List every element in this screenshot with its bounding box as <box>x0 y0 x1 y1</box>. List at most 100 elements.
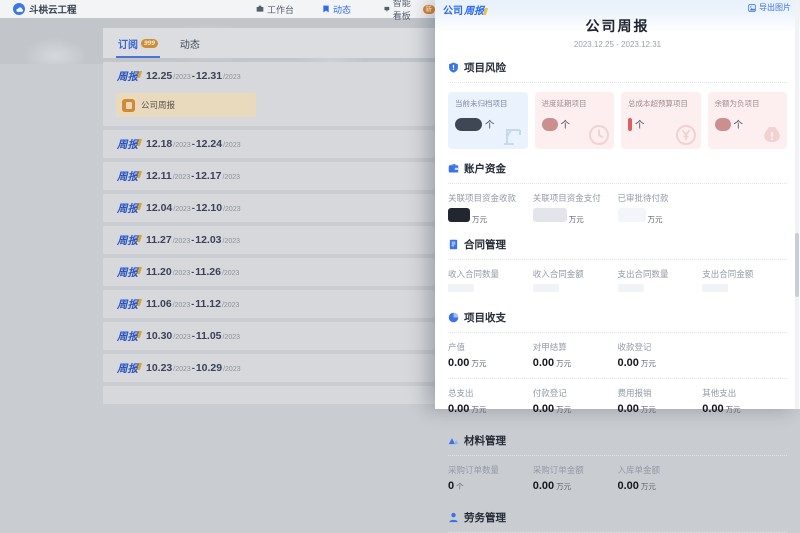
section-project-risk: 项目风险 当前未归档项目 个 进度延期项目 个 总成本超预算项目 个 <box>448 58 787 149</box>
section-project-budget: 项目收支 产值 0.00万元 对甲结算 0.00万元 收款登记 0.00万元 <box>448 308 787 415</box>
masked-value <box>542 118 558 131</box>
report-row[interactable]: 周报 11.06/2023-11.12/2023 <box>103 290 448 318</box>
masked-value <box>618 208 646 222</box>
report-date-range: 12.18/2023-12.24/2023 <box>146 138 241 150</box>
report-row[interactable] <box>103 386 448 404</box>
stat-payment-registration: 付款登记 0.00万元 <box>533 387 618 415</box>
report-item-label: 公司周报 <box>141 99 175 111</box>
report-row[interactable]: 周报 11.27/2023-12.03/2023 <box>103 226 448 254</box>
report-row[interactable]: 周报 12.18/2023-12.24/2023 <box>103 130 448 158</box>
nav-activity[interactable]: 动态 <box>322 0 351 18</box>
section-material-management: 材料管理 采购订单数量 0个 采购订单金额 0.00万元 入库单金额 0.00万… <box>448 431 787 492</box>
shield-icon <box>448 62 459 73</box>
card-label: 进度延期项目 <box>542 98 608 109</box>
stat-expense-contract-count: 支出合同数量 <box>618 268 703 292</box>
nav-workbench[interactable]: 工作台 <box>256 0 294 18</box>
contract-stats: 收入合同数量 收入合同金额 支出合同数量 支出合同金额 <box>448 268 787 292</box>
weekly-report-stamp-icon: 周报 <box>117 69 138 84</box>
weekly-report-stamp-icon: 周报 <box>117 233 138 248</box>
stat-expense-reimbursement: 费用报销 0.00万元 <box>618 387 703 415</box>
nav-new-badge: 新 <box>423 5 436 14</box>
stat-funds-paid: 关联项目资金支付 万元 <box>533 192 618 225</box>
money-bag-icon <box>760 123 784 147</box>
report-date-range: 11.06/2023-11.12/2023 <box>146 298 239 310</box>
section-title: 合同管理 <box>464 237 506 252</box>
stat-inbound-amount: 入库单金额 0.00万元 <box>618 464 703 492</box>
report-row-expanded[interactable]: 周报 12.25/2023 - 12.31/2023 公司周报 <box>103 62 448 126</box>
weekly-report-stamp-icon: 周报 <box>117 297 138 312</box>
pie-chart-icon <box>448 312 459 323</box>
list-tabs: 订阅 999 动态 <box>103 28 448 58</box>
masked-value <box>533 284 559 292</box>
report-row[interactable]: 周报 11.20/2023-11.26/2023 <box>103 258 448 286</box>
company-report-item[interactable]: 公司周报 <box>116 93 256 117</box>
tab-subscribe[interactable]: 订阅 999 <box>118 36 158 51</box>
section-title: 劳务管理 <box>464 510 506 525</box>
drawer-header: 公司周报 导出图片 公司周报 2023.12.25 - 2023.12.31 <box>435 0 800 54</box>
stat-purchase-order-amount: 采购订单金额 0.00万元 <box>533 464 618 492</box>
report-row[interactable]: 周报 10.30/2023-11.05/2023 <box>103 322 448 350</box>
clock-icon <box>587 123 611 147</box>
divider <box>448 378 787 379</box>
masked-value <box>533 208 567 222</box>
tab-activity[interactable]: 动态 <box>180 36 200 51</box>
activity-icon <box>322 5 330 13</box>
report-row[interactable]: 周报 12.04/2023-12.10/2023 <box>103 194 448 222</box>
brand: 斗栱云工程 <box>13 2 77 16</box>
report-date-range: 11.20/2023-11.26/2023 <box>146 266 239 278</box>
drawer-tab[interactable]: 公司周报 <box>443 2 484 17</box>
drawer-scrollbar <box>795 0 799 409</box>
drawer-tab-prefix: 公司 <box>443 6 463 17</box>
risk-card-delayed: 进度延期项目 个 <box>535 92 615 149</box>
materials-stats: 采购订单数量 0个 采购订单金额 0.00万元 入库单金额 0.00万元 <box>448 464 787 492</box>
report-row[interactable]: 周报 10.23/2023-10.29/2023 <box>103 354 448 382</box>
report-row[interactable]: 周报 12.11/2023-12.17/2023 <box>103 162 448 190</box>
risk-cards: 当前未归档项目 个 进度延期项目 个 总成本超预算项目 个 余额为负项目 个 <box>448 92 787 149</box>
person-icon <box>448 512 459 523</box>
masked-value <box>455 118 482 131</box>
section-title: 账户资金 <box>464 161 506 176</box>
section-title: 项目风险 <box>464 60 506 75</box>
budget-stats-row1: 产值 0.00万元 对甲结算 0.00万元 收款登记 0.00万元 <box>448 341 787 369</box>
risk-card-unarchived: 当前未归档项目 个 <box>448 92 528 149</box>
masked-value <box>448 284 474 292</box>
stat-expense-contract-amount: 支出合同金额 <box>702 268 787 292</box>
risk-card-over-budget: 总成本超预算项目 个 <box>621 92 701 149</box>
stat-receipt-registration: 收款登记 0.00万元 <box>618 341 703 369</box>
stat-income-contract-amount: 收入合同金额 <box>533 268 618 292</box>
export-image-label: 导出图片 <box>759 2 791 13</box>
report-title: 公司周报 <box>435 16 800 36</box>
nav-smart-board[interactable]: 智能看板 新 <box>384 0 435 18</box>
card-label: 余额为负项目 <box>715 98 781 109</box>
subscribe-count-badge: 999 <box>141 39 158 48</box>
stat-party-a-settlement: 对甲结算 0.00万元 <box>533 341 618 369</box>
nav-label: 智能看板 <box>393 0 419 22</box>
weekly-report-stamp-icon: 周报 <box>117 201 138 216</box>
brand-logo-icon <box>13 3 25 15</box>
yuan-icon <box>674 123 698 147</box>
card-unit: 个 <box>734 117 744 131</box>
section-contract-management: 合同管理 收入合同数量 收入合同金额 支出合同数量 支出合同金额 <box>448 235 787 292</box>
stat-pending-payment: 已审批待付款 万元 <box>618 192 703 225</box>
masked-value <box>702 284 728 292</box>
section-labor-management: 劳务管理 <box>448 508 787 533</box>
report-date-range: 12.11/2023-12.17/2023 <box>146 170 240 182</box>
nav-label: 动态 <box>333 3 351 16</box>
report-date-range: 11.27/2023-12.03/2023 <box>146 234 240 246</box>
stat-income-contract-count: 收入合同数量 <box>448 268 533 292</box>
scrollbar-thumb[interactable] <box>795 233 799 297</box>
weekly-report-stamp-icon: 周报 <box>117 329 138 344</box>
card-label: 总成本超预算项目 <box>628 98 694 109</box>
weekly-report-stamp-icon: 周报 <box>117 361 138 376</box>
smart-board-icon <box>384 5 390 13</box>
weekly-report-stamp-icon: 周报 <box>117 169 138 184</box>
materials-icon <box>448 435 459 446</box>
export-image-button[interactable]: 导出图片 <box>748 2 791 13</box>
masked-value <box>448 208 470 222</box>
funds-stats: 关联项目资金收款 万元 关联项目资金支付 万元 已审批待付款 万元 <box>448 192 787 225</box>
tab-label: 订阅 <box>118 36 138 51</box>
wallet-icon <box>448 163 459 174</box>
masked-value <box>628 118 632 131</box>
brand-name: 斗栱云工程 <box>29 2 77 16</box>
card-unit: 个 <box>561 117 571 131</box>
